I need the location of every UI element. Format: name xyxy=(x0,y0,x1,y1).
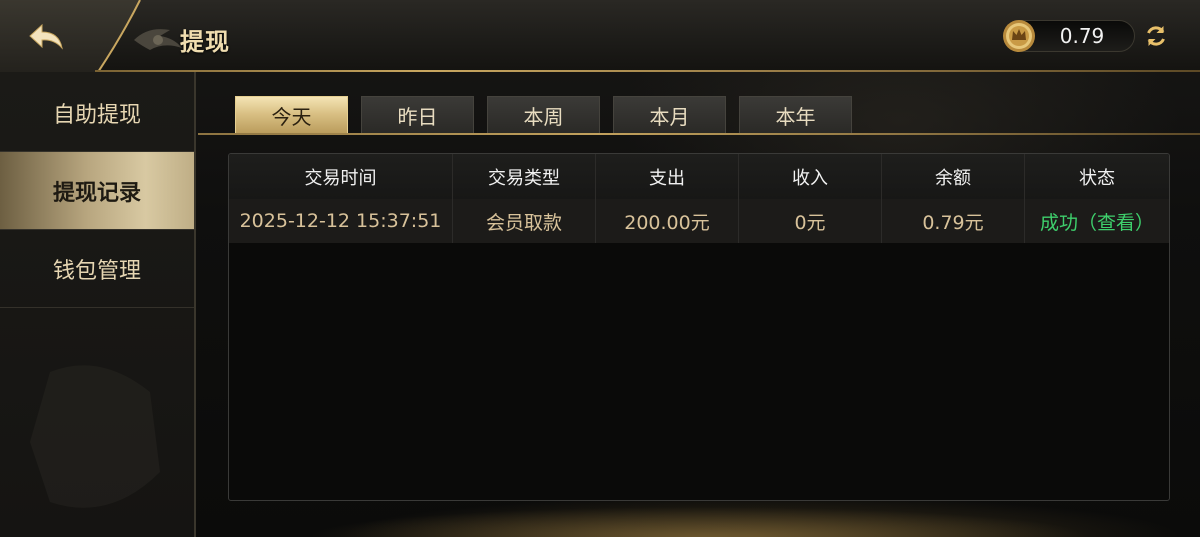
page-title: 提现 xyxy=(180,28,230,56)
crown-coin-icon xyxy=(1003,20,1035,52)
column-header-balance: 余额 xyxy=(882,154,1025,199)
column-header-status: 状态 xyxy=(1079,167,1115,189)
column-header-expense: 支出 xyxy=(596,154,739,199)
tab-label: 昨日 xyxy=(397,105,438,129)
table-header: 交易时间 交易类型 支出 收入 余额 状态 xyxy=(229,154,1169,199)
sidebar: 自助提现 提现记录 钱包管理 xyxy=(0,72,196,537)
column-header-type: 交易类型 xyxy=(453,154,596,199)
cell-balance: 0.79元 xyxy=(882,199,1025,243)
sidebar-decoration xyxy=(30,365,160,508)
top-bar: 提现 0.79 xyxy=(0,0,1200,72)
back-arrow-icon[interactable] xyxy=(26,21,66,53)
header-underline xyxy=(95,70,1200,72)
tab-label: 本月 xyxy=(649,105,690,129)
sidebar-item-withdraw-records[interactable]: 提现记录 xyxy=(0,152,194,230)
cell-expense: 200.00元 xyxy=(596,199,739,243)
title-emblem-icon xyxy=(134,29,182,50)
tab-label: 今天 xyxy=(271,105,312,129)
tab-label: 本周 xyxy=(523,105,564,129)
sidebar-item-self-withdraw[interactable]: 自助提现 xyxy=(0,74,194,152)
table-row: 2025-12-12 15:37:51 会员取款 200.00元 0元 0.79… xyxy=(229,199,1169,243)
sidebar-item-label: 钱包管理 xyxy=(52,258,141,284)
tab-this-year[interactable]: 本年 xyxy=(739,96,852,134)
sidebar-item-label: 提现记录 xyxy=(52,180,141,206)
status-view-link[interactable]: 成功（查看） xyxy=(1025,199,1169,243)
tabs-underline xyxy=(198,133,1200,135)
cell-income: 0元 xyxy=(739,199,882,243)
balance-value: 0.79 xyxy=(1059,24,1105,48)
sidebar-item-label: 自助提现 xyxy=(52,102,141,128)
cell-time: 2025-12-12 15:37:51 xyxy=(229,199,453,243)
tab-today[interactable]: 今天 xyxy=(235,96,348,134)
tab-yesterday[interactable]: 昨日 xyxy=(361,96,474,134)
back-button[interactable] xyxy=(22,18,70,56)
tab-this-week[interactable]: 本周 xyxy=(487,96,600,134)
cell-type: 会员取款 xyxy=(453,199,596,243)
refresh-icon[interactable] xyxy=(1142,22,1170,50)
records-table: 交易时间 交易类型 支出 收入 余额 状态 2025-12-12 15:37:5… xyxy=(228,153,1170,501)
column-header-time: 交易时间 xyxy=(229,154,453,199)
bottom-glow xyxy=(200,490,1200,537)
tab-label: 本年 xyxy=(775,105,816,129)
sidebar-item-wallet-management[interactable]: 钱包管理 xyxy=(0,230,194,308)
column-header-income: 收入 xyxy=(739,154,882,199)
tab-this-month[interactable]: 本月 xyxy=(613,96,726,134)
